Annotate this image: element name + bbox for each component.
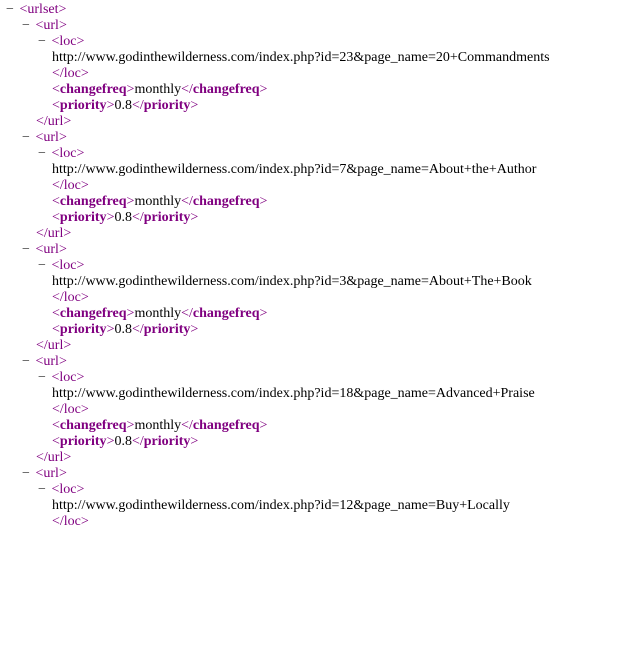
priority-line: <priority>0.8</priority> xyxy=(4,322,627,338)
changefreq-line: <changefreq>monthly</changefreq> xyxy=(4,194,627,210)
loc-value: http://www.godinthewilderness.com/index.… xyxy=(4,50,627,66)
loc-open: − <loc> xyxy=(4,146,627,162)
collapse-toggle[interactable]: − xyxy=(20,354,32,370)
changefreq-line: <changefreq>monthly</changefreq> xyxy=(4,418,627,434)
loc-open: − <loc> xyxy=(4,370,627,386)
priority-line: <priority>0.8</priority> xyxy=(4,210,627,226)
collapse-toggle[interactable]: − xyxy=(36,34,48,50)
url-close: </url> xyxy=(4,450,627,466)
collapse-toggle[interactable]: − xyxy=(4,2,16,18)
loc-close: </loc> xyxy=(4,514,627,530)
loc-value: http://www.godinthewilderness.com/index.… xyxy=(4,498,627,514)
priority-line: <priority>0.8</priority> xyxy=(4,434,627,450)
loc-value: http://www.godinthewilderness.com/index.… xyxy=(4,162,627,178)
url-open: − <url> xyxy=(4,18,627,34)
priority-line: <priority>0.8</priority> xyxy=(4,98,627,114)
collapse-toggle[interactable]: − xyxy=(20,18,32,34)
changefreq-line: <changefreq>monthly</changefreq> xyxy=(4,306,627,322)
collapse-toggle[interactable]: − xyxy=(20,130,32,146)
loc-close: </loc> xyxy=(4,402,627,418)
url-close: </url> xyxy=(4,114,627,130)
changefreq-line: <changefreq>monthly</changefreq> xyxy=(4,82,627,98)
loc-open: − <loc> xyxy=(4,34,627,50)
collapse-toggle[interactable]: − xyxy=(36,258,48,274)
url-open: − <url> xyxy=(4,130,627,146)
loc-value: http://www.godinthewilderness.com/index.… xyxy=(4,386,627,402)
collapse-toggle[interactable]: − xyxy=(36,146,48,162)
url-close: </url> xyxy=(4,226,627,242)
xml-tree: − <urlset>− <url>− <loc>http://www.godin… xyxy=(4,2,627,530)
collapse-toggle[interactable]: − xyxy=(20,466,32,482)
collapse-toggle[interactable]: − xyxy=(36,482,48,498)
url-open: − <url> xyxy=(4,354,627,370)
urlset-open: − <urlset> xyxy=(4,2,627,18)
collapse-toggle[interactable]: − xyxy=(36,370,48,386)
collapse-toggle[interactable]: − xyxy=(20,242,32,258)
loc-open: − <loc> xyxy=(4,482,627,498)
url-open: − <url> xyxy=(4,242,627,258)
url-close: </url> xyxy=(4,338,627,354)
loc-value: http://www.godinthewilderness.com/index.… xyxy=(4,274,627,290)
url-open: − <url> xyxy=(4,466,627,482)
loc-open: − <loc> xyxy=(4,258,627,274)
loc-close: </loc> xyxy=(4,290,627,306)
loc-close: </loc> xyxy=(4,66,627,82)
loc-close: </loc> xyxy=(4,178,627,194)
